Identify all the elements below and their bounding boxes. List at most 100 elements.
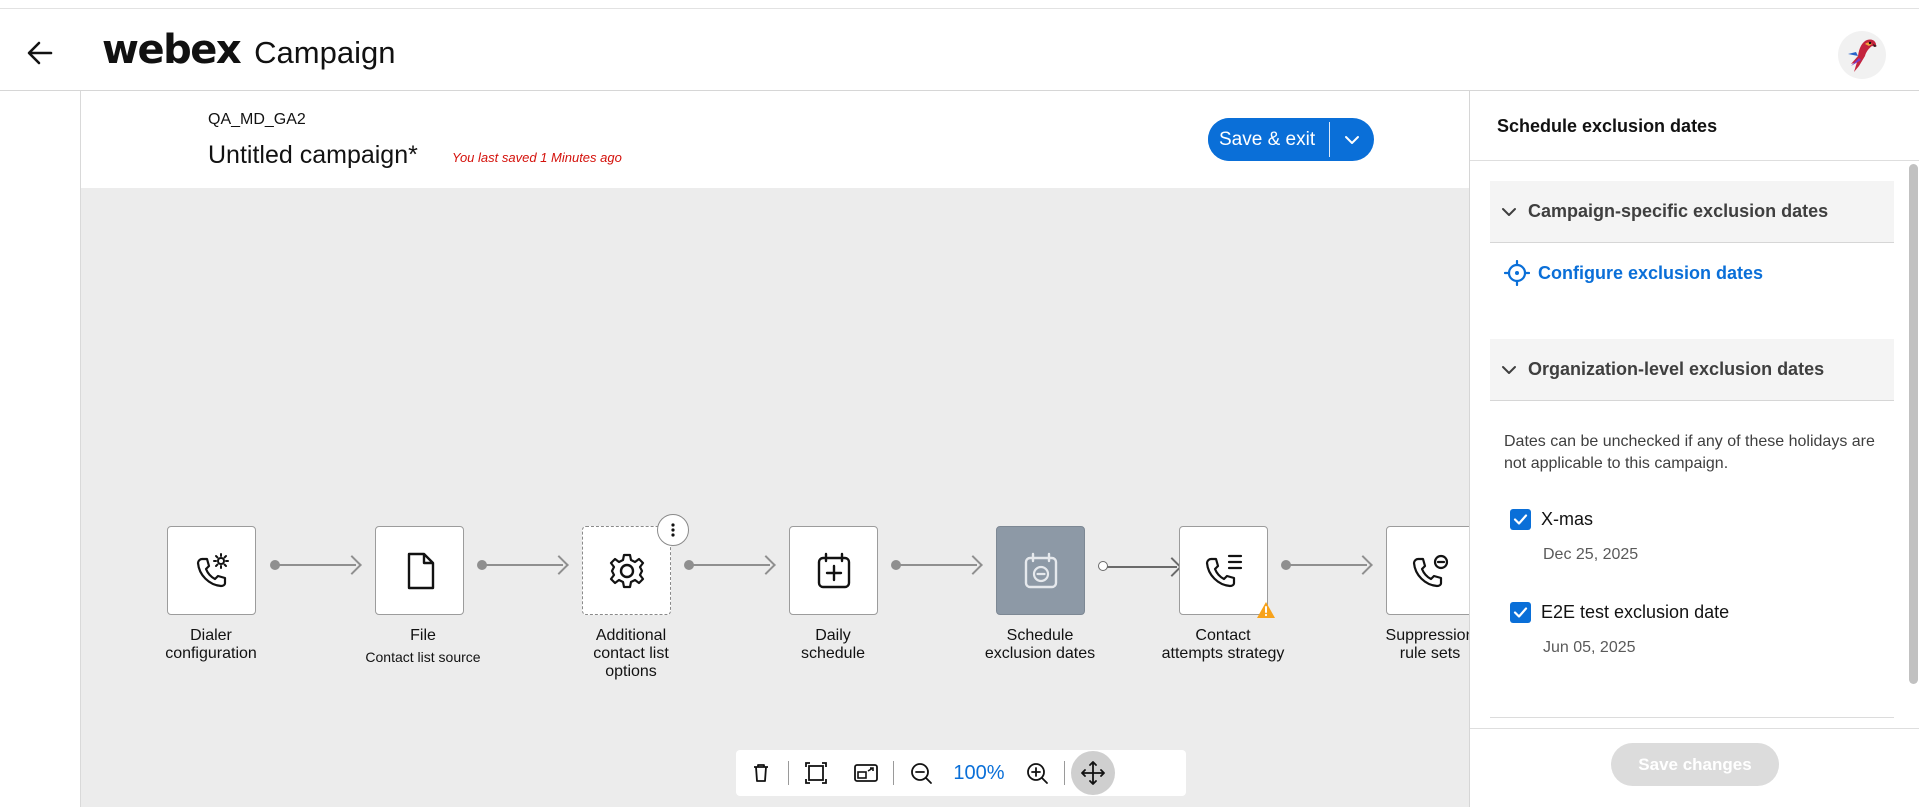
exclusion-date-value: Jun 05, 2025	[1543, 639, 1636, 656]
delete-button[interactable]	[736, 750, 786, 796]
target-settings-icon	[1504, 260, 1530, 286]
save-changes-button[interactable]: Save changes	[1611, 743, 1779, 786]
save-options-dropdown[interactable]	[1330, 118, 1374, 161]
side-panel: Schedule exclusion dates Campaign-specif…	[1469, 91, 1919, 807]
exclusion-date-item: X-mas	[1510, 509, 1593, 530]
section-title: Campaign-specific exclusion dates	[1528, 201, 1829, 221]
node-contact-attempts-strategy[interactable]	[1179, 526, 1268, 615]
node-label-line: Suppression	[1385, 627, 1469, 644]
node-label-line: contact list	[593, 645, 669, 662]
chevron-down-icon	[1502, 365, 1516, 374]
node-label-line: schedule	[800, 645, 866, 662]
last-saved-status: You last saved 1 Minutes ago	[452, 150, 622, 165]
node-label-line: File	[410, 627, 436, 644]
node-label: Contact attempts strategy	[1123, 627, 1323, 663]
node-additional-contact-list-options[interactable]	[582, 526, 671, 615]
node-label: Schedule exclusion dates	[940, 627, 1140, 663]
configure-link-label: Configure exclusion dates	[1538, 262, 1764, 283]
warning-icon	[1257, 602, 1275, 618]
flow-canvas[interactable]: Dialer configuration File Contact list s…	[81, 188, 1469, 807]
node-schedule-exclusion-dates[interactable]	[996, 526, 1085, 615]
calendar-minus-icon	[1024, 552, 1057, 588]
exclusion-date-checkbox[interactable]	[1510, 509, 1531, 530]
connector-arrow	[549, 555, 569, 575]
connector-arrow	[342, 555, 362, 575]
node-sublabel: Contact list source	[365, 649, 481, 665]
zoom-in-button[interactable]	[1012, 750, 1062, 796]
more-vertical-icon	[671, 523, 675, 537]
exclusion-date-item: E2E test exclusion date	[1510, 602, 1729, 623]
campaign-specific-section-header[interactable]: Campaign-specific exclusion dates	[1490, 181, 1894, 243]
configure-exclusion-dates-link[interactable]: Configure exclusion dates	[1504, 260, 1763, 286]
exclusion-date-name: E2E test exclusion date	[1541, 602, 1730, 622]
back-button[interactable]	[20, 33, 60, 73]
connector-arrow	[756, 555, 776, 575]
campaign-name[interactable]: Untitled campaign*	[208, 141, 418, 170]
phone-gear-icon	[196, 552, 229, 587]
node-label-line: rule sets	[1399, 645, 1461, 662]
trash-icon	[754, 764, 768, 782]
exclusion-date-value: Dec 25, 2025	[1543, 546, 1639, 563]
chevron-down-icon	[1502, 207, 1516, 216]
node-label-line: Dialer	[190, 627, 232, 644]
zoom-out-button[interactable]	[896, 750, 946, 796]
zoom-level: 100%	[953, 761, 1005, 784]
node-options-button[interactable]	[657, 514, 689, 546]
section-title: Organization-level exclusion dates	[1528, 359, 1825, 379]
node-label-line: configuration	[165, 645, 257, 662]
node-label: Additional contact list options	[531, 627, 731, 681]
arrow-left-icon	[27, 41, 53, 65]
left-nav-strip	[0, 91, 81, 807]
exclusion-note: Dates can be unchecked if any of these h…	[1504, 433, 1875, 472]
connector-arrow	[1353, 555, 1373, 575]
node-dialer-configuration[interactable]	[167, 526, 256, 615]
phone-block-icon	[1412, 554, 1448, 587]
campaign-header: QA_MD_GA2 Untitled campaign* You last sa…	[81, 91, 1557, 188]
move-icon	[1081, 761, 1105, 785]
gear-icon	[609, 553, 644, 588]
fit-to-screen-button[interactable]	[791, 750, 841, 796]
pan-mode-button[interactable]	[1071, 751, 1115, 795]
zoom-out-icon	[911, 763, 932, 784]
calendar-plus-icon	[817, 552, 850, 588]
phone-list-icon	[1205, 554, 1242, 587]
campaign-code: QA_MD_GA2	[208, 111, 306, 128]
node-label-line: options	[605, 663, 657, 680]
zoom-in-icon	[1027, 763, 1048, 784]
organization-level-section-header[interactable]: Organization-level exclusion dates	[1490, 339, 1894, 401]
node-label: Dialer configuration	[111, 627, 311, 663]
toolbar-divider	[1064, 761, 1065, 785]
save-exit-split-button: Save & exit	[1208, 118, 1375, 161]
panel-divider	[1470, 160, 1919, 161]
chevron-down-icon	[1345, 135, 1360, 144]
node-label-line: Daily	[815, 627, 851, 644]
node-label-line: Additional	[595, 627, 667, 644]
canvas-toolbar: 100%	[736, 750, 1186, 796]
fit-screen-icon	[805, 762, 827, 784]
node-file[interactable]	[375, 526, 464, 615]
parrot-avatar-icon	[1848, 39, 1877, 72]
node-label-line: exclusion dates	[984, 645, 1096, 662]
node-label-line: Schedule	[1006, 627, 1074, 644]
exclusion-date-name: X-mas	[1541, 509, 1594, 529]
panel-scrollbar[interactable]	[1909, 164, 1918, 684]
exclusion-date-checkbox[interactable]	[1510, 602, 1531, 623]
toolbar-divider	[788, 761, 789, 785]
node-daily-schedule[interactable]	[789, 526, 878, 615]
checkmark-icon	[1513, 607, 1528, 618]
connector-arrow	[963, 555, 983, 575]
app-title: Campaign	[254, 35, 396, 70]
node-label: Daily schedule	[733, 627, 933, 663]
node-label-line: attempts strategy	[1161, 645, 1285, 662]
brand: webex Campaign	[102, 27, 395, 73]
checkmark-icon	[1513, 514, 1528, 525]
minimap-icon	[854, 764, 878, 782]
avatar[interactable]	[1838, 31, 1886, 79]
file-icon	[407, 552, 434, 589]
node-label-line: Contact	[1195, 627, 1251, 644]
list-divider	[1490, 717, 1894, 718]
minimap-button[interactable]	[841, 750, 891, 796]
node-suppression-rule-sets[interactable]	[1386, 526, 1469, 615]
save-exit-button[interactable]: Save & exit	[1208, 118, 1330, 161]
panel-title: Schedule exclusion dates	[1497, 116, 1718, 136]
